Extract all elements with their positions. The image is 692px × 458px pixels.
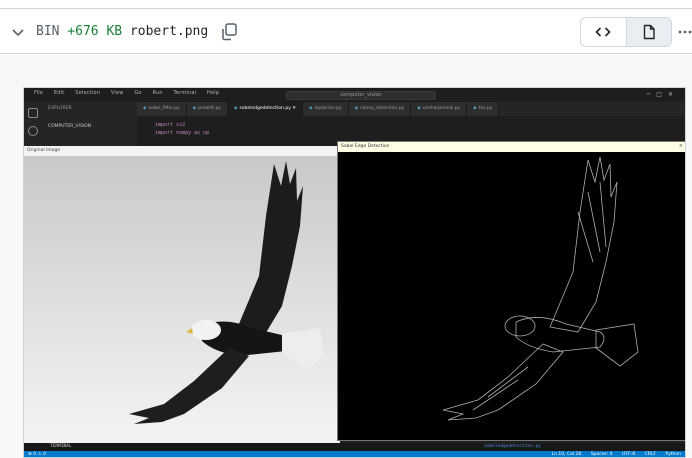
original-window-title: Original Image [24,146,340,156]
close-icon: × [678,143,683,149]
code-icon [595,27,612,37]
terminal-path: sobeledgedetection.py [484,444,541,449]
search-icon [28,126,38,136]
chevron-down-icon[interactable] [10,24,26,40]
code-line: import cv2 [155,122,186,128]
menu-item: Go [134,90,142,96]
file-name[interactable]: robert.png [130,24,208,39]
file-diff-header: BIN +676 KB robert.png [0,8,692,54]
vscode-tab-bar: ◆ sobel_filter.py ◆ prewitt.py ◆ sobeledged… [137,102,685,116]
sobel-window: Sobel Edge Detection × [337,141,685,441]
vscode-titlebar: File Edit Selection View Go Run Terminal… [24,88,685,102]
status-item: Spaces: 4 [590,452,613,457]
file-icon [643,24,655,40]
menu-item: File [34,90,44,96]
status-right: Ln 10, Col 28 Spaces: 4 UTF-8 CRLF Pytho… [544,452,681,457]
original-image-window: Original Image [24,146,340,443]
editor-tab-active: ◆ sobeledgedetection.py ✕ [227,102,304,116]
vscode-menu: File Edit Selection View Go Run Terminal… [34,90,228,96]
editor-tab: ◆ canny_detection.py [348,102,412,116]
kebab-horizontal-icon[interactable] [678,23,692,41]
rendered-image: File Edit Selection View Go Run Terminal… [23,87,686,458]
code-view-button[interactable] [581,18,626,46]
status-left: ⊗ 0 ⚠ 0 [28,452,46,457]
menu-item: Help [207,90,220,96]
status-item: UTF-8 [622,452,636,457]
editor-tab: ◆ prewitt.py [186,102,228,116]
sobel-window-title: Sobel Edge Detection [338,142,685,152]
status-item: Ln 10, Col 28 [551,452,582,457]
vscode-terminal: TERMINAL sobeledgedetection.py [24,443,685,451]
view-toggle [580,17,672,47]
explorer-icon [28,108,38,118]
status-item: Python [665,452,681,457]
vscode-explorer: EXPLORER COMPUTER_VISION [42,102,137,149]
file-type-label: BIN [36,24,60,39]
menu-item: Terminal [173,90,197,96]
vscode-status-bar: ⊗ 0 ⚠ 0 Ln 10, Col 28 Spaces: 4 UTF-8 CR… [24,451,685,457]
explorer-folder: COMPUTER_VISION [48,124,92,129]
sobel-edge-image [338,152,685,440]
rich-view-button[interactable] [625,18,671,46]
editor-tab: ◆ unsharpmask.py [411,102,468,116]
size-change: +676 KB [67,24,123,39]
code-line: import numpy as np [155,130,210,136]
explorer-header: EXPLORER [48,106,72,111]
editor-tab: ◆ tes.py [467,102,500,116]
terminal-label: TERMINAL [50,444,72,449]
image-preview-area: File Edit Selection View Go Run Terminal… [0,55,692,458]
status-item: CRLF [644,452,656,457]
eagle-photo [24,156,340,443]
window-controls: ─□✕ [646,91,679,98]
menu-item: Selection [75,90,101,96]
menu-item: Edit [53,90,65,96]
editor-tab: ◆ sobel_filter.py [137,102,187,116]
copy-icon[interactable] [219,22,239,42]
vscode-search-box: computer_vision [286,91,436,100]
menu-item: View [110,90,124,96]
editor-tab: ◆ laplacian.py [303,102,349,116]
menu-item: Run [152,90,163,96]
file-info: BIN +676 KB robert.png [36,23,208,41]
